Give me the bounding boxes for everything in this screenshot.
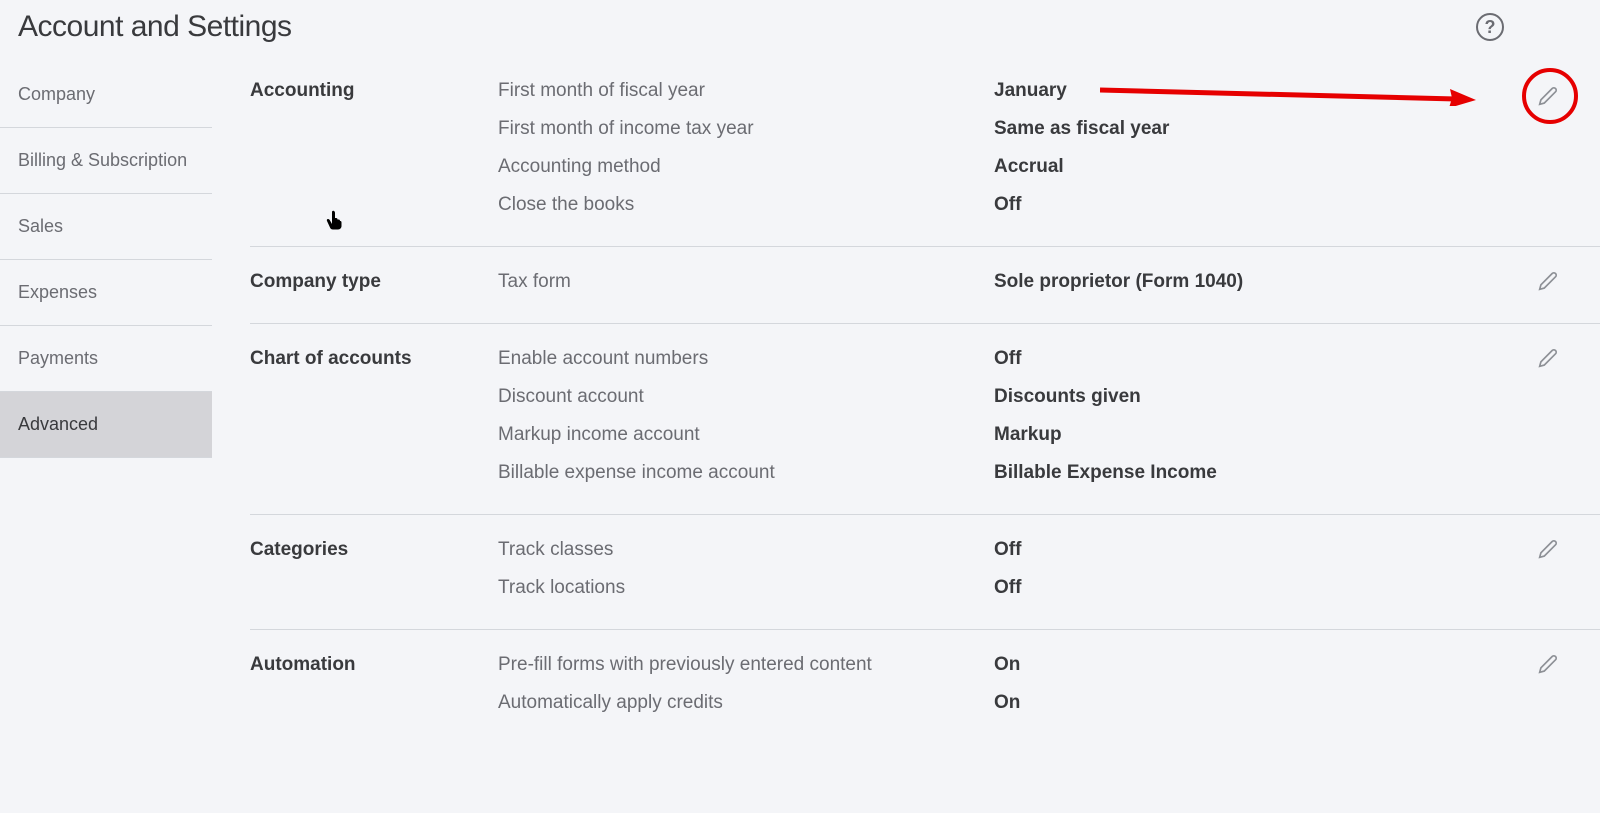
edit-automation-button[interactable] <box>1538 654 1562 678</box>
sidebar-item-advanced[interactable]: Advanced <box>0 392 212 458</box>
help-icon[interactable]: ? <box>1476 13 1504 41</box>
sidebar-item-billing[interactable]: Billing & Subscription <box>0 128 212 194</box>
row-label: First month of fiscal year <box>498 80 994 102</box>
row-value: Discounts given <box>994 386 1141 408</box>
page-title: Account and Settings <box>18 10 292 44</box>
section-accounting: Accounting First month of fiscal year Ja… <box>250 62 1600 247</box>
section-automation: Automation Pre-fill forms with previousl… <box>250 630 1600 744</box>
row-label: Close the books <box>498 194 994 216</box>
row-value: Same as fiscal year <box>994 118 1169 140</box>
row-value: Billable Expense Income <box>994 462 1217 484</box>
row-label: Billable expense income account <box>498 462 994 484</box>
row-label: Track classes <box>498 539 994 561</box>
row-value: Off <box>994 539 1021 561</box>
section-company-type: Company type Tax form Sole proprietor (F… <box>250 247 1600 324</box>
row-label: Enable account numbers <box>498 348 994 370</box>
edit-company-type-button[interactable] <box>1538 271 1562 295</box>
sidebar-item-expenses[interactable]: Expenses <box>0 260 212 326</box>
row-label: Tax form <box>498 271 994 293</box>
sidebar-item-company[interactable]: Company <box>0 62 212 128</box>
section-title-categories: Categories <box>250 535 498 607</box>
row-label: Automatically apply credits <box>498 692 994 714</box>
row-value: Off <box>994 194 1021 216</box>
row-value: On <box>994 692 1020 714</box>
row-value: Markup <box>994 424 1062 446</box>
section-title-company-type: Company type <box>250 267 498 301</box>
row-label: Track locations <box>498 577 994 599</box>
row-value: On <box>994 654 1020 676</box>
row-label: Pre-fill forms with previously entered c… <box>498 654 994 676</box>
row-value: Off <box>994 348 1021 370</box>
row-value: Off <box>994 577 1021 599</box>
section-chart-of-accounts: Chart of accounts Enable account numbers… <box>250 324 1600 515</box>
row-label: Accounting method <box>498 156 994 178</box>
sidebar-item-sales[interactable]: Sales <box>0 194 212 260</box>
section-title-automation: Automation <box>250 650 498 722</box>
section-categories: Categories Track classes Off Track locat… <box>250 515 1600 630</box>
edit-coa-button[interactable] <box>1538 348 1562 372</box>
settings-sidebar: Company Billing & Subscription Sales Exp… <box>0 62 212 744</box>
edit-accounting-button[interactable] <box>1538 86 1562 110</box>
row-label: First month of income tax year <box>498 118 994 140</box>
edit-categories-button[interactable] <box>1538 539 1562 563</box>
row-label: Discount account <box>498 386 994 408</box>
row-value: Accrual <box>994 156 1064 178</box>
sidebar-item-payments[interactable]: Payments <box>0 326 212 392</box>
section-title-coa: Chart of accounts <box>250 344 498 492</box>
row-label: Markup income account <box>498 424 994 446</box>
row-value-fiscal-month: January <box>994 80 1067 102</box>
section-title-accounting: Accounting <box>250 76 498 224</box>
row-value: Sole proprietor (Form 1040) <box>994 271 1243 293</box>
